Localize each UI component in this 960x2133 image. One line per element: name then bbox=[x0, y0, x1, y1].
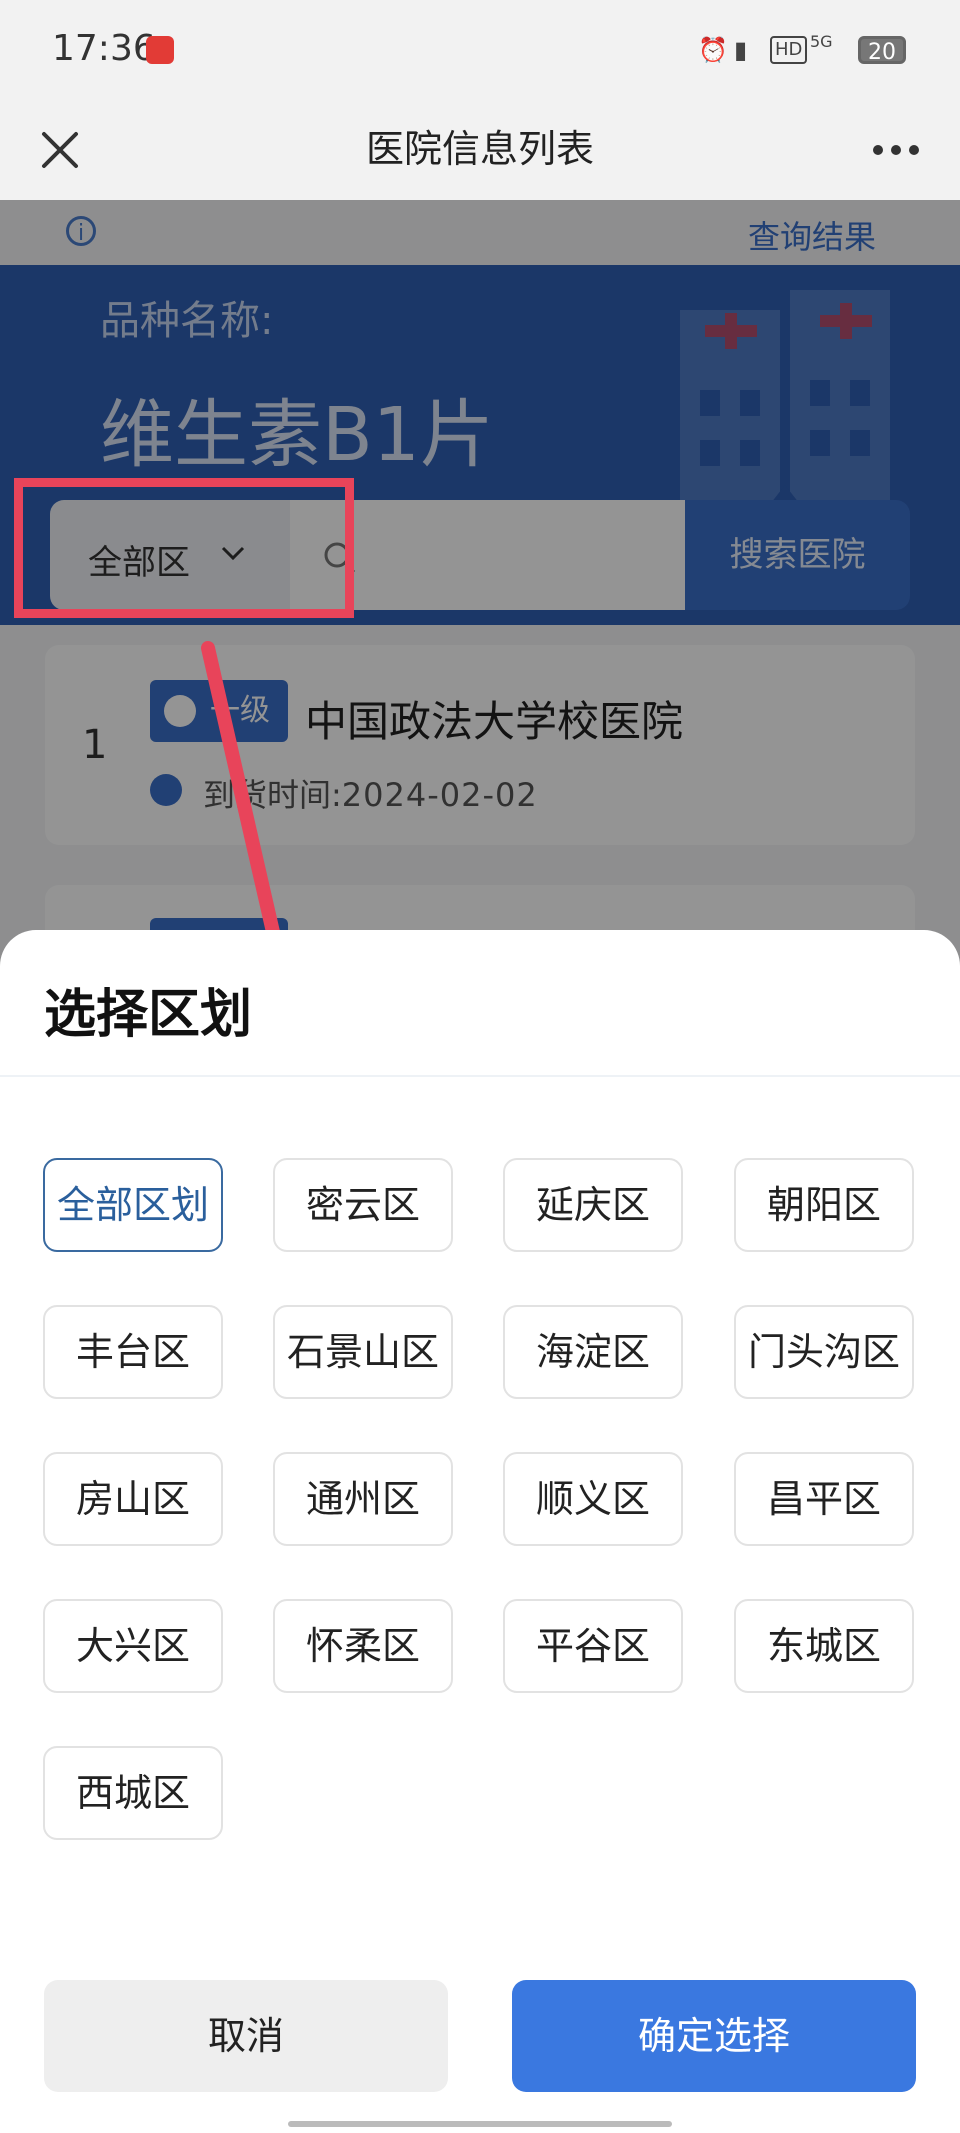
cancel-button[interactable]: 取消 bbox=[44, 1980, 448, 2092]
more-icon[interactable] bbox=[866, 120, 926, 180]
district-option[interactable]: 石景山区 bbox=[273, 1305, 453, 1399]
district-option[interactable]: 海淀区 bbox=[503, 1305, 683, 1399]
district-option[interactable]: 平谷区 bbox=[503, 1599, 683, 1693]
district-option[interactable]: 通州区 bbox=[273, 1452, 453, 1546]
sheet-title: 选择区划 bbox=[44, 985, 253, 1045]
status-time: 17:36 bbox=[52, 28, 156, 69]
home-indicator[interactable] bbox=[288, 2121, 672, 2127]
district-option[interactable]: 西城区 bbox=[43, 1746, 223, 1840]
hd-icon: HD bbox=[770, 36, 808, 64]
battery-icon: 20 bbox=[858, 36, 906, 65]
district-option[interactable]: 大兴区 bbox=[43, 1599, 223, 1693]
network-icon: 5G bbox=[810, 32, 833, 51]
district-option[interactable]: 门头沟区 bbox=[734, 1305, 914, 1399]
district-option[interactable]: 朝阳区 bbox=[734, 1158, 914, 1252]
page-title: 医院信息列表 bbox=[365, 127, 594, 171]
district-option[interactable]: 延庆区 bbox=[503, 1158, 683, 1252]
district-option[interactable]: 昌平区 bbox=[734, 1452, 914, 1546]
vibrate-icon: ▮ bbox=[734, 36, 748, 64]
district-option[interactable]: 丰台区 bbox=[43, 1305, 223, 1399]
district-option[interactable]: 怀柔区 bbox=[273, 1599, 453, 1693]
confirm-selection-button[interactable]: 确定选择 bbox=[512, 1980, 916, 2092]
annotation-highlight-box bbox=[14, 478, 354, 618]
divider bbox=[0, 1075, 960, 1077]
district-option-all[interactable]: 全部区划 bbox=[43, 1158, 223, 1252]
district-option[interactable]: 顺义区 bbox=[503, 1452, 683, 1546]
district-option[interactable]: 房山区 bbox=[43, 1452, 223, 1546]
district-option[interactable]: 密云区 bbox=[273, 1158, 453, 1252]
app-notification-icon bbox=[146, 36, 174, 64]
alarm-icon: ⏰ bbox=[698, 36, 728, 64]
district-option[interactable]: 东城区 bbox=[734, 1599, 914, 1693]
